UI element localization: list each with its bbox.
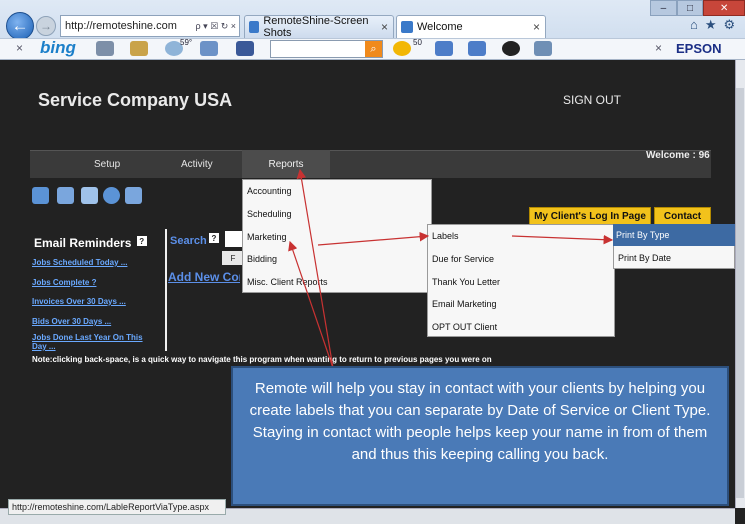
status-bar-url: http://remoteshine.com/LableReportViaTyp… <box>8 499 226 515</box>
arrow-to-reports <box>296 168 334 369</box>
vertical-scroll-thumb[interactable] <box>736 88 744 498</box>
arrow-to-marketing <box>288 240 334 369</box>
arrow-to-print-by-type <box>511 234 614 245</box>
arrow-to-labels <box>317 231 430 246</box>
tutorial-callout: Remote will help you stay in contact wit… <box>231 366 729 506</box>
